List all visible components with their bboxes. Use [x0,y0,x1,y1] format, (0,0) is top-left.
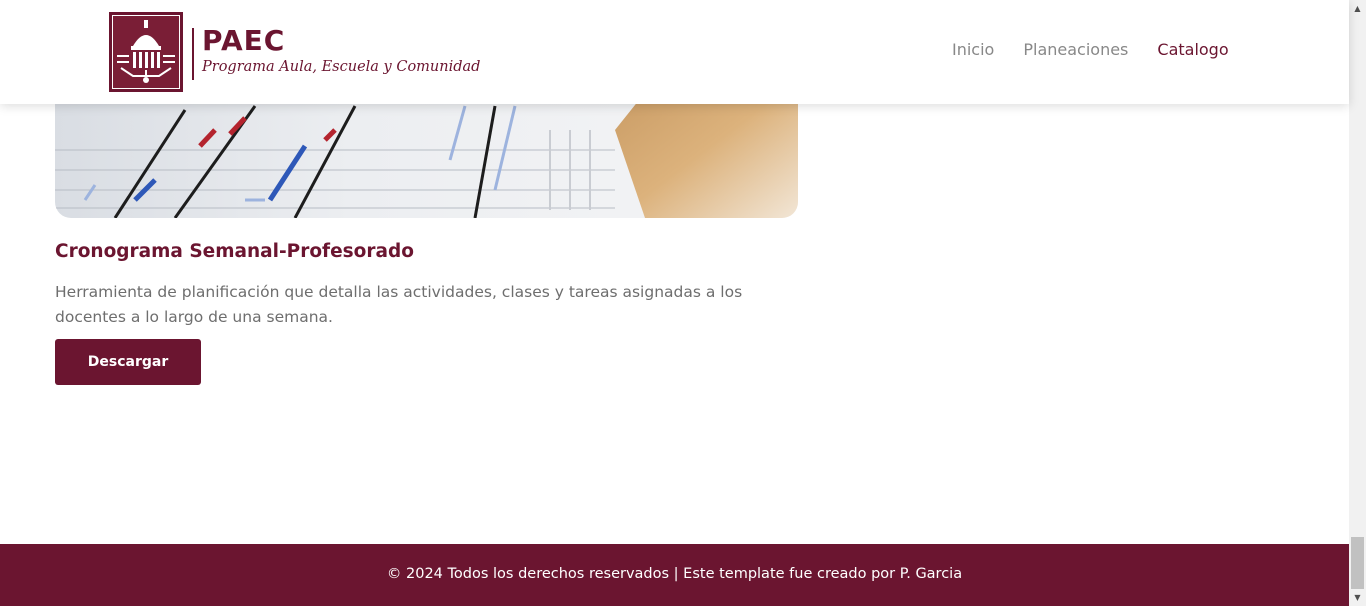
logo-name: PAEC [202,24,286,57]
logo-divider [192,28,194,80]
card-description: Herramienta de planificación que detalla… [55,283,743,326]
nav-item-planeaciones[interactable]: Planeaciones [1023,40,1128,59]
logo-subtitle: Programa Aula, Escuela y Comunidad [202,59,481,75]
logo[interactable]: PAEC Programa Aula, Escuela y Comunidad [109,12,480,92]
download-button[interactable]: Descargar [55,339,201,385]
site-footer: © 2024 Todos los derechos reservados | E… [0,544,1349,606]
main-nav: Inicio Planeaciones Catalogo [952,40,1229,59]
card-title: Cronograma Semanal-Profesorado [55,241,414,262]
capitol-building-icon [109,12,183,92]
vertical-scrollbar[interactable]: ▲ ▼ [1349,0,1366,606]
scroll-down-arrow-icon[interactable]: ▼ [1349,589,1366,606]
scrollbar-thumb[interactable] [1351,537,1364,589]
footer-copyright: © 2024 Todos los derechos reservados | E… [386,565,963,582]
logo-text: PAEC Programa Aula, Escuela y Comunidad [202,12,481,76]
nav-item-inicio[interactable]: Inicio [952,40,994,59]
site-header: PAEC Programa Aula, Escuela y Comunidad … [0,0,1349,104]
scroll-up-arrow-icon[interactable]: ▲ [1349,0,1366,17]
nav-item-catalogo[interactable]: Catalogo [1157,40,1228,59]
